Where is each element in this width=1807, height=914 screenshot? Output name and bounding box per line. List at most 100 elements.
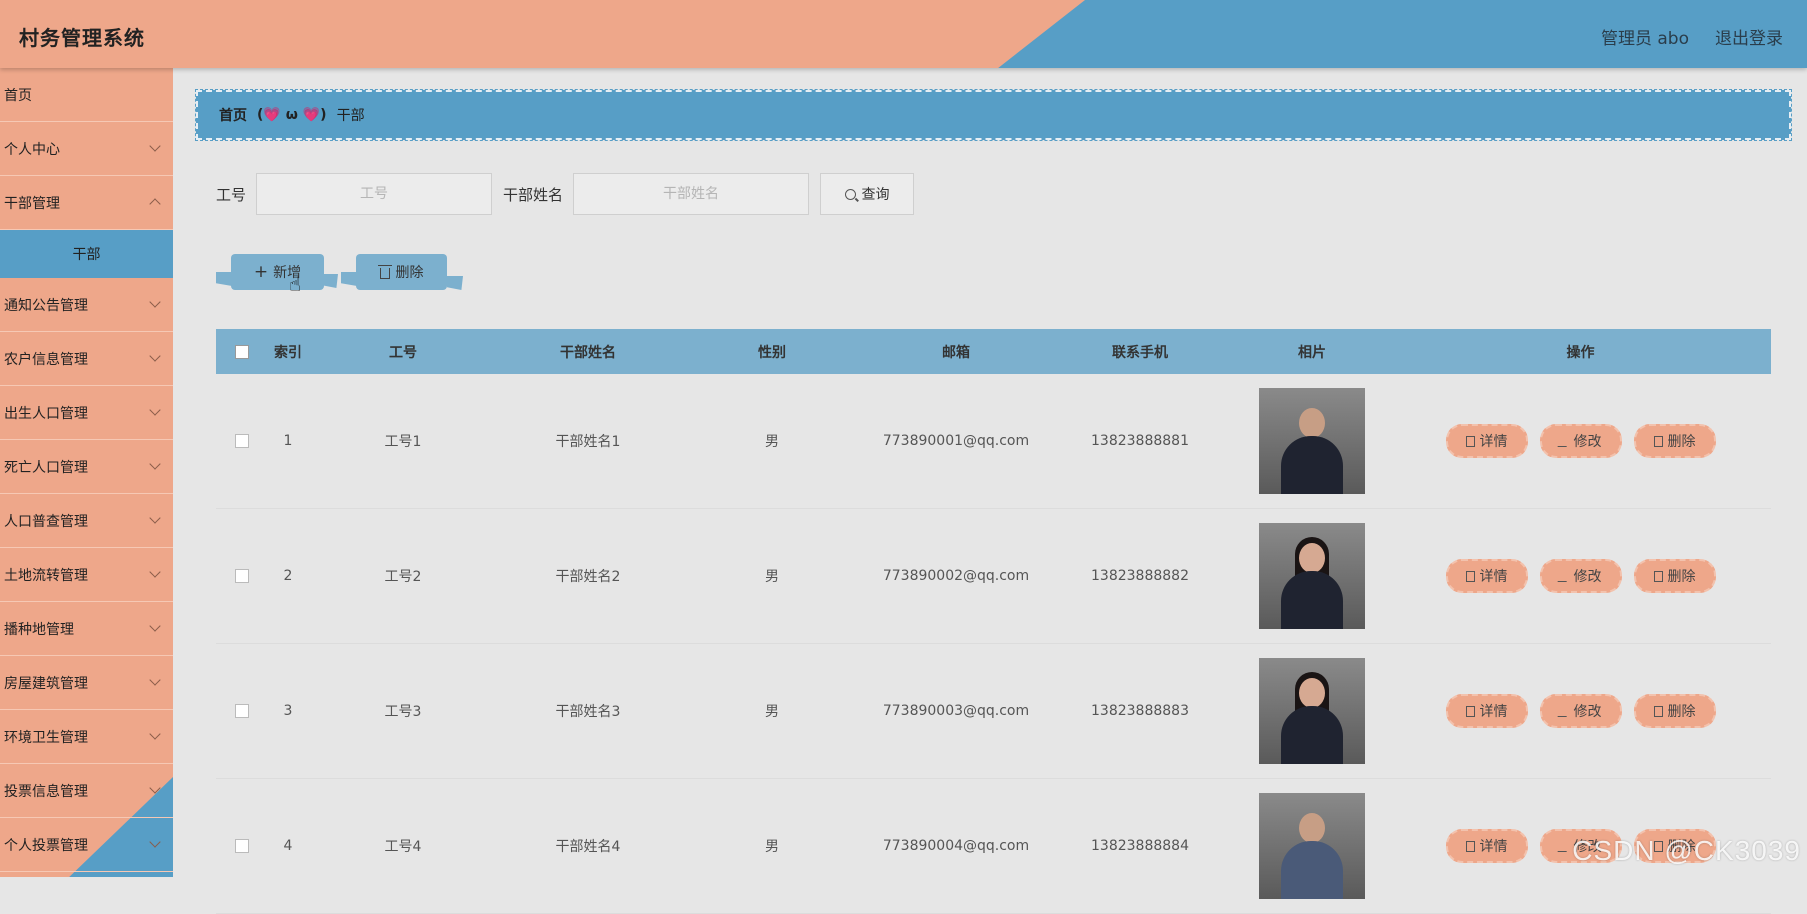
operations-cell: 详情 修改 删除 [1390, 694, 1771, 728]
photo-body [1281, 841, 1343, 899]
delete-button[interactable]: 删除 [1634, 424, 1716, 458]
cadre-no-label: 工号 [216, 184, 246, 205]
row-select-cell [216, 569, 268, 583]
delete-label: 删除 [1668, 431, 1696, 451]
photo-cell [1234, 793, 1390, 899]
photo-cell [1234, 523, 1390, 629]
edit-label: 修改 [1574, 566, 1602, 586]
select-all-checkbox[interactable] [235, 345, 249, 359]
phone-cell: 13823888882 [1046, 568, 1234, 584]
sidebar-item-label: 个人投票管理 [4, 835, 88, 855]
column-header: 工号 [308, 342, 498, 362]
cadre-no-input[interactable] [256, 173, 492, 215]
sidebar-item-home[interactable]: 首页 [0, 68, 173, 122]
delete-label: 删除 [1668, 701, 1696, 721]
row-checkbox[interactable] [235, 839, 249, 853]
chevron-up-icon [149, 198, 160, 209]
operations-cell: 详情 修改 删除 [1390, 424, 1771, 458]
sidebar-item-label: 人口普查管理 [4, 511, 88, 531]
photo-head [1299, 408, 1325, 438]
sidebar-item-cadre-management[interactable]: 干部管理 [0, 176, 173, 230]
cadre-photo[interactable] [1259, 388, 1365, 494]
sidebar-item-deaths[interactable]: 死亡人口管理 [0, 440, 173, 494]
chevron-down-icon [149, 140, 160, 151]
chevron-down-icon [149, 728, 160, 739]
cadre-name-cell: 干部姓名2 [498, 566, 678, 586]
watermark: CSDN @CK3039 [1572, 835, 1801, 867]
breadcrumb-home[interactable]: 首页 [219, 105, 247, 125]
row-checkbox[interactable] [235, 434, 249, 448]
sidebar-item-land-transfer[interactable]: 土地流转管理 [0, 548, 173, 602]
ribbon-decoration [447, 276, 463, 290]
ribbon-decoration [341, 272, 357, 286]
detail-label: 详情 [1480, 431, 1508, 451]
sidebar-item-buildings[interactable]: 房屋建筑管理 [0, 656, 173, 710]
batch-delete-button[interactable]: 删除 [356, 254, 447, 290]
detail-label: 详情 [1480, 566, 1508, 586]
sidebar-item-label: 死亡人口管理 [4, 457, 88, 477]
sex-cell: 男 [678, 701, 866, 721]
detail-button[interactable]: 详情 [1446, 559, 1528, 593]
logout-link[interactable]: 退出登录 [1715, 24, 1783, 49]
sidebar-item-label: 通知公告管理 [4, 295, 88, 315]
edit-icon [1557, 436, 1571, 447]
email-cell: 773890001@qq.com [866, 433, 1046, 449]
cadre-no-cell: 工号1 [308, 431, 498, 451]
add-button[interactable]: + 新增 ☝ [231, 254, 324, 290]
chevron-down-icon [149, 512, 160, 523]
sidebar-item-voting-info[interactable]: 投票信息管理 [0, 764, 173, 818]
sidebar-item-personal-center[interactable]: 个人中心 [0, 122, 173, 176]
edit-icon [1557, 571, 1571, 582]
sex-cell: 男 [678, 566, 866, 586]
query-button[interactable]: 查询 [820, 173, 914, 215]
sidebar-item-label: 个人中心 [4, 139, 60, 159]
delete-button[interactable]: 删除 [1634, 694, 1716, 728]
row-checkbox[interactable] [235, 569, 249, 583]
edit-button[interactable]: 修改 [1540, 424, 1622, 458]
email-cell: 773890004@qq.com [866, 838, 1046, 854]
column-header: 索引 [268, 342, 308, 362]
cadre-photo[interactable] [1259, 793, 1365, 899]
sidebar-item-personal-vote[interactable]: 个人投票管理 [0, 818, 173, 872]
sidebar-item-label: 环境卫生管理 [4, 727, 88, 747]
current-user: 管理员 abo [1601, 24, 1689, 49]
row-select-cell [216, 704, 268, 718]
email-cell: 773890003@qq.com [866, 703, 1046, 719]
detail-button[interactable]: 详情 [1446, 694, 1528, 728]
sidebar-subitem-cadre[interactable]: 干部 [0, 230, 173, 278]
table-header: 索引 工号 干部姓名 性别 邮箱 联系手机 相片 操作 [216, 329, 1771, 374]
chevron-down-icon [149, 458, 160, 469]
sex-cell: 男 [678, 431, 866, 451]
sidebar-item-census[interactable]: 人口普查管理 [0, 494, 173, 548]
detail-button[interactable]: 详情 [1446, 829, 1528, 863]
chevron-down-icon [149, 674, 160, 685]
sidebar-item-sowing[interactable]: 播种地管理 [0, 602, 173, 656]
sidebar-item-sanitation[interactable]: 环境卫生管理 [0, 710, 173, 764]
sidebar-item-label: 土地流转管理 [4, 565, 88, 585]
column-header: 干部姓名 [498, 342, 678, 362]
trash-icon [380, 268, 390, 279]
cadre-no-cell: 工号3 [308, 701, 498, 721]
sidebar-item-label: 房屋建筑管理 [4, 673, 88, 693]
index-cell: 1 [268, 433, 308, 449]
edit-button[interactable]: 修改 [1540, 559, 1622, 593]
cadre-name-cell: 干部姓名4 [498, 836, 678, 856]
app-title: 村务管理系统 [19, 22, 145, 51]
sidebar-item-notices[interactable]: 通知公告管理 [0, 278, 173, 332]
batch-delete-label: 删除 [396, 262, 424, 282]
photo-head [1299, 678, 1325, 708]
cadre-photo[interactable] [1259, 658, 1365, 764]
sidebar-item-farmers[interactable]: 农户信息管理 [0, 332, 173, 386]
table-row: 4 工号4 干部姓名4 男 773890004@qq.com 138238888… [216, 779, 1771, 914]
edit-button[interactable]: 修改 [1540, 694, 1622, 728]
table-row: 2 工号2 干部姓名2 男 773890002@qq.com 138238888… [216, 509, 1771, 644]
delete-button[interactable]: 删除 [1634, 559, 1716, 593]
sidebar-item-births[interactable]: 出生人口管理 [0, 386, 173, 440]
detail-button[interactable]: 详情 [1446, 424, 1528, 458]
cadre-name-input[interactable] [573, 173, 809, 215]
cadre-photo[interactable] [1259, 523, 1365, 629]
column-header: 操作 [1390, 342, 1771, 362]
row-checkbox[interactable] [235, 704, 249, 718]
sex-cell: 男 [678, 836, 866, 856]
index-cell: 2 [268, 568, 308, 584]
